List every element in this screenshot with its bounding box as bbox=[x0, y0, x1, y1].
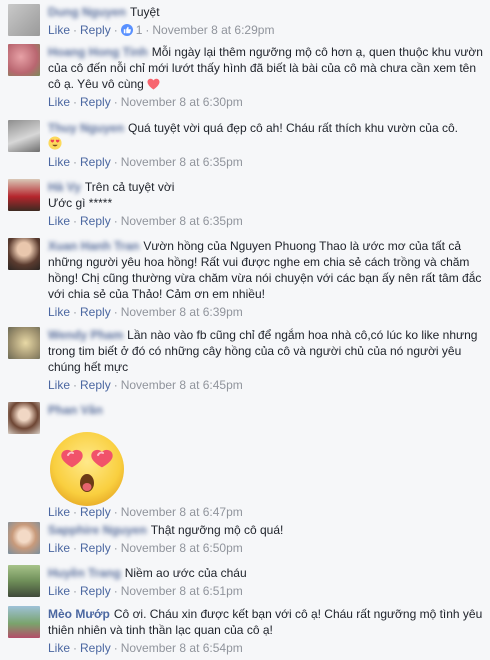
timestamp[interactable]: November 8 at 6:39pm bbox=[121, 305, 243, 319]
like-link[interactable]: Like bbox=[48, 23, 70, 37]
timestamp[interactable]: November 8 at 6:54pm bbox=[121, 641, 243, 655]
comment-text: Quá tuyệt vời quá đẹp cô ah! Cháu rất th… bbox=[128, 121, 458, 135]
like-link[interactable]: Like bbox=[48, 214, 70, 228]
heart-eyes-emoji-icon bbox=[50, 432, 124, 506]
comment-actions: Like · Reply · November 8 at 6:30pm bbox=[48, 95, 243, 109]
reply-link[interactable]: Reply bbox=[80, 214, 111, 228]
timestamp[interactable]: November 8 at 6:50pm bbox=[121, 541, 243, 555]
avatar[interactable] bbox=[8, 402, 40, 434]
avatar[interactable] bbox=[8, 44, 40, 76]
commenter-name[interactable]: Hoang Hong Tinh bbox=[48, 45, 148, 59]
like-link[interactable]: Like bbox=[48, 541, 70, 555]
like-link[interactable]: Like bbox=[48, 641, 70, 655]
comment-actions: Like · Reply · November 8 at 6:47pm bbox=[48, 505, 243, 519]
commenter-name[interactable]: Mèo Mướp bbox=[48, 607, 110, 621]
reply-link[interactable]: Reply bbox=[80, 23, 111, 37]
reply-link[interactable]: Reply bbox=[80, 95, 111, 109]
commenter-name[interactable]: Huyền Trang bbox=[48, 566, 121, 580]
comment-text: Thật ngưỡng mộ cô quá! bbox=[150, 523, 284, 537]
timestamp[interactable]: November 8 at 6:30pm bbox=[121, 95, 243, 109]
comment-actions: Like · Reply · November 8 at 6:35pm bbox=[48, 214, 243, 228]
like-link[interactable]: Like bbox=[48, 155, 70, 169]
reply-link[interactable]: Reply bbox=[80, 155, 111, 169]
heart-icon bbox=[147, 78, 160, 90]
comment-text: Tuyệt bbox=[130, 5, 160, 19]
reply-link[interactable]: Reply bbox=[80, 505, 111, 519]
comment-text: Niềm ao ước của cháu bbox=[124, 566, 247, 580]
timestamp[interactable]: November 8 at 6:35pm bbox=[121, 214, 243, 228]
reply-link[interactable]: Reply bbox=[80, 378, 111, 392]
like-link[interactable]: Like bbox=[48, 584, 70, 598]
comment-actions: Like · Reply · November 8 at 6:54pm bbox=[48, 641, 243, 655]
comment-actions: Like · Reply · November 8 at 6:50pm bbox=[48, 541, 243, 555]
comment-actions: Like · Reply · November 8 at 6:45pm bbox=[48, 378, 243, 392]
reply-link[interactable]: Reply bbox=[80, 584, 111, 598]
like-badge-icon bbox=[120, 24, 133, 36]
avatar[interactable] bbox=[8, 565, 40, 597]
like-link[interactable]: Like bbox=[48, 378, 70, 392]
reply-link[interactable]: Reply bbox=[80, 541, 111, 555]
like-link[interactable]: Like bbox=[48, 95, 70, 109]
comment-text: Cô ơi. Cháu xin được kết bạn với cô ạ! C… bbox=[48, 607, 483, 637]
avatar[interactable] bbox=[8, 522, 40, 554]
timestamp[interactable]: November 8 at 6:51pm bbox=[121, 584, 243, 598]
avatar[interactable] bbox=[8, 238, 40, 270]
timestamp[interactable]: November 8 at 6:47pm bbox=[121, 505, 243, 519]
avatar[interactable] bbox=[8, 606, 40, 638]
like-link[interactable]: Like bbox=[48, 305, 70, 319]
avatar[interactable] bbox=[8, 120, 40, 152]
like-count[interactable]: 1 bbox=[120, 22, 142, 38]
comment-actions: Like · Reply · 1 · November 8 at 6:29pm bbox=[48, 22, 275, 38]
commenter-name[interactable]: Phan Vân bbox=[48, 403, 103, 417]
reply-link[interactable]: Reply bbox=[80, 305, 111, 319]
timestamp[interactable]: November 8 at 6:35pm bbox=[121, 155, 243, 169]
commenter-name[interactable]: Hà Vy bbox=[48, 180, 81, 194]
avatar[interactable] bbox=[8, 4, 40, 36]
comment-text-line2: Ước gì ***** bbox=[48, 196, 113, 210]
commenter-name[interactable]: Dung Nguyen bbox=[48, 5, 126, 19]
reply-link[interactable]: Reply bbox=[80, 641, 111, 655]
commenter-name[interactable]: Thuy Nguyen bbox=[48, 121, 124, 135]
commenter-name[interactable]: Xuan Hanh Tran bbox=[48, 239, 139, 253]
commenter-name[interactable]: Sapphire Nguyen bbox=[48, 523, 147, 537]
timestamp[interactable]: November 8 at 6:45pm bbox=[121, 378, 243, 392]
heart-eyes-emoji-icon bbox=[48, 136, 62, 150]
timestamp[interactable]: November 8 at 6:29pm bbox=[152, 23, 274, 37]
comment-actions: Like · Reply · November 8 at 6:35pm bbox=[48, 155, 243, 169]
avatar[interactable] bbox=[8, 179, 40, 211]
comment-actions: Like · Reply · November 8 at 6:39pm bbox=[48, 305, 243, 319]
comment-text: Trên cả tuyệt vời bbox=[84, 180, 175, 194]
comment-actions: Like · Reply · November 8 at 6:51pm bbox=[48, 584, 243, 598]
avatar[interactable] bbox=[8, 327, 40, 359]
like-link[interactable]: Like bbox=[48, 505, 70, 519]
commenter-name[interactable]: Wendy Pham bbox=[48, 328, 123, 342]
